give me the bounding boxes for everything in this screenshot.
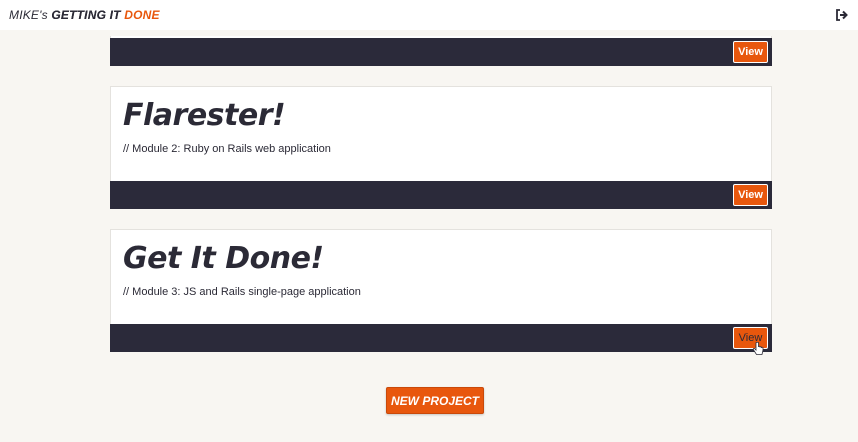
brand-logo[interactable]: MIKE's GETTING IT DONE xyxy=(9,8,160,22)
brand-title-accent: DONE xyxy=(124,8,160,22)
project-title: Get It Done! xyxy=(123,241,324,276)
project-description: // Module 3: JS and Rails single-page ap… xyxy=(123,286,361,298)
brand-title: GETTING IT xyxy=(51,8,125,22)
card-footer: View xyxy=(110,181,772,209)
project-card: Get It Done! // Module 3: JS and Rails s… xyxy=(110,229,772,352)
brand-owner: MIKE's xyxy=(9,8,52,22)
view-button[interactable]: View xyxy=(733,41,768,63)
project-title: Flarester! xyxy=(123,98,286,133)
card-footer: View xyxy=(110,38,772,66)
view-button[interactable]: View xyxy=(733,184,768,206)
hand-cursor-icon xyxy=(752,342,764,355)
sign-out-icon[interactable] xyxy=(833,7,849,23)
project-description: // Module 2: Ruby on Rails web applicati… xyxy=(123,143,331,155)
card-footer: View xyxy=(110,324,772,352)
project-card: Flarester! // Module 2: Ruby on Rails we… xyxy=(110,86,772,209)
new-project-button[interactable]: NEW PROJECT xyxy=(386,387,484,414)
top-navbar: MIKE's GETTING IT DONE xyxy=(0,0,858,30)
project-card: View xyxy=(110,36,772,66)
